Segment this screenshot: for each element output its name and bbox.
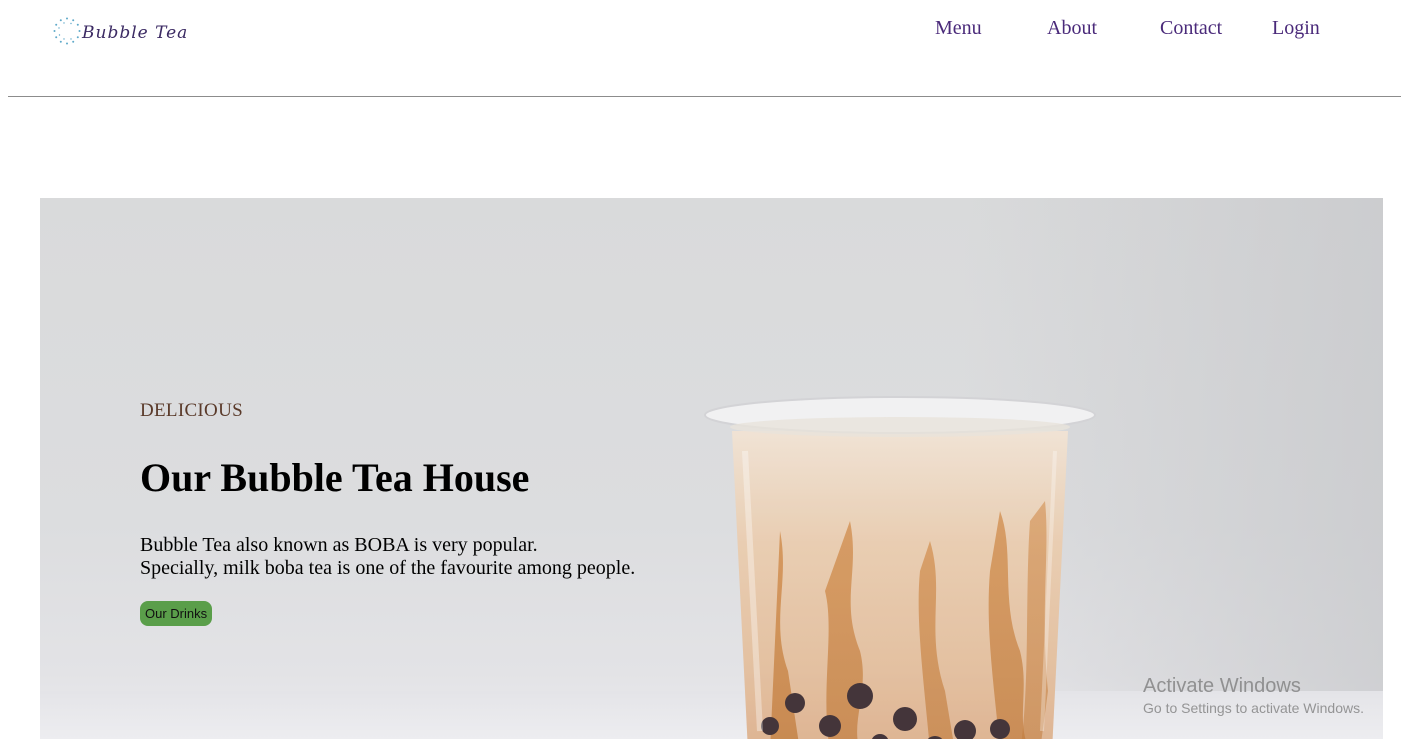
main-nav: Menu About Contact Login (0, 17, 1401, 41)
hero-description-line: Specially, milk boba tea is one of the f… (140, 557, 636, 579)
header-divider (8, 96, 1401, 97)
hero-description: Bubble Tea also known as BOBA is very po… (140, 534, 635, 580)
nav-contact-link[interactable]: Contact (1160, 17, 1222, 40)
nav-login-link[interactable]: Login (1272, 17, 1320, 40)
site-header: Bubble Tea Menu About Contact Login (0, 0, 1401, 97)
hero-title: Our Bubble Tea House (140, 455, 530, 500)
nav-menu-link[interactable]: Menu (935, 17, 982, 40)
hero-description-line: Bubble Tea also known as BOBA is very po… (140, 534, 538, 556)
nav-about-link[interactable]: About (1047, 17, 1097, 40)
hero-banner: DELICIOUS Our Bubble Tea House Bubble Te… (40, 198, 1383, 739)
our-drinks-button[interactable]: Our Drinks (140, 601, 213, 626)
bubble-tea-cup-image (704, 396, 1096, 739)
hero-eyebrow: DELICIOUS (140, 400, 243, 421)
